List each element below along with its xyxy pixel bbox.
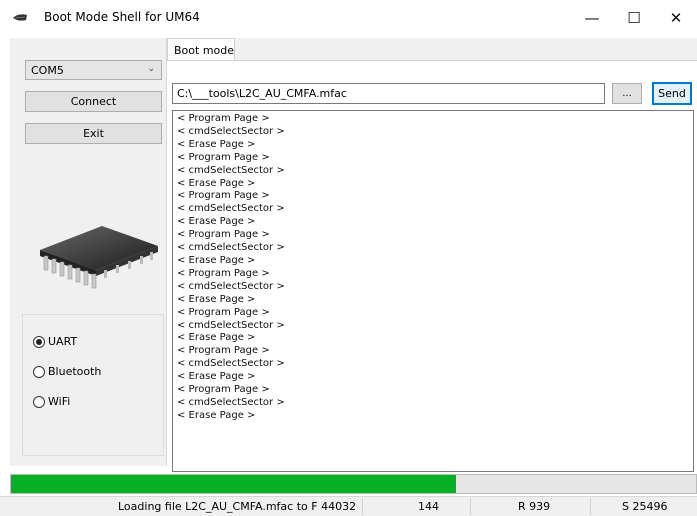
log-line: < Erase Page > [177,293,256,305]
status-divider [470,498,471,515]
log-line: < Program Page > [177,151,270,163]
minimize-icon: — [584,9,600,27]
browse-button[interactable]: ... [612,83,642,104]
progress-fill [11,475,457,493]
progress-bar [10,474,697,494]
status-sent: S 25496 [622,500,668,513]
chevron-down-icon: ⌄ [147,64,155,74]
status-received: R 939 [518,500,551,513]
radio-wifi-label: WiFi [48,395,71,408]
log-line: < Erase Page > [177,177,256,189]
status-divider [362,498,363,515]
exit-button[interactable]: Exit [25,123,162,144]
log-line: < cmdSelectSector > [177,319,285,331]
left-panel: COM5 ⌄ Connect Exit UART Bluetooth WiFi [10,38,167,466]
log-line: < Program Page > [177,345,270,357]
log-line: < cmdSelectSector > [177,396,285,408]
log-line: < Program Page > [177,384,270,396]
log-line: < Program Page > [177,306,270,318]
log-line: < cmdSelectSector > [177,358,285,370]
log-line: < Erase Page > [177,332,256,344]
minimize-button[interactable]: — [572,0,612,36]
radio-bluetooth[interactable]: Bluetooth [33,365,101,378]
window-title: Boot Mode Shell for UM64 [44,10,200,24]
log-line: < cmdSelectSector > [177,125,285,137]
log-line: < Program Page > [177,190,270,202]
log-line: < cmdSelectSector > [177,203,285,215]
status-divider [590,498,591,515]
log-line: < Erase Page > [177,371,256,383]
close-icon: ✕ [669,9,683,27]
connection-type-group: UART Bluetooth WiFi [22,314,164,456]
log-line: < cmdSelectSector > [177,280,285,292]
port-select-value: COM5 [31,64,64,77]
main-panel: C:\___tools\L2C_AU_CMFA.mfac ... Send < … [167,38,697,472]
log-line: < Program Page > [177,229,270,241]
radio-wifi[interactable]: WiFi [33,395,70,408]
app-icon [13,14,27,21]
close-button[interactable]: ✕ [656,0,696,36]
log-line: < Erase Page > [177,409,256,421]
tab-boot-mode[interactable]: Boot mode [167,38,235,60]
connect-button[interactable]: Connect [25,91,162,112]
maximize-icon: ☐ [627,9,641,27]
microchip-icon [40,226,158,289]
log-line: < Program Page > [177,267,270,279]
log-line: < Erase Page > [177,138,256,150]
tab-content: C:\___tools\L2C_AU_CMFA.mfac ... Send < … [167,60,697,472]
radio-unchecked-icon [33,365,45,378]
log-line: < Program Page > [177,113,270,124]
maximize-button[interactable]: ☐ [614,0,654,36]
radio-uart-label: UART [48,335,78,348]
log-line: < cmdSelectSector > [177,242,285,254]
status-count: 144 [418,500,439,513]
radio-bluetooth-label: Bluetooth [48,365,102,378]
radio-unchecked-icon [33,395,45,408]
status-loading: Loading file L2C_AU_CMFA.mfac to F 44032 [118,500,357,513]
log-line: < cmdSelectSector > [177,164,285,176]
send-button[interactable]: Send [652,82,692,105]
log-line: < Erase Page > [177,216,256,228]
title-bar: Boot Mode Shell for UM64 — ☐ ✕ [0,0,697,36]
file-path-input[interactable]: C:\___tools\L2C_AU_CMFA.mfac [172,83,605,104]
radio-checked-icon [33,335,45,348]
status-bar: Loading file L2C_AU_CMFA.mfac to F 44032… [0,496,697,516]
port-select[interactable]: COM5 ⌄ [25,60,162,80]
log-output[interactable]: < Program Page > < cmdSelectSector > < Era… [172,110,694,472]
radio-uart[interactable]: UART [33,335,77,348]
log-line: < Erase Page > [177,254,256,266]
